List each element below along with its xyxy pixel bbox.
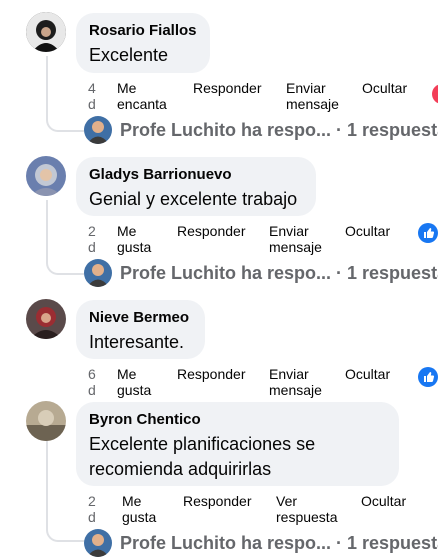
love-icon[interactable] (432, 84, 438, 104)
comment-time[interactable]: 6d (88, 366, 96, 398)
reply-summary-text[interactable]: Profe Luchito ha respo... · 1 respuesta (120, 120, 438, 141)
send-message-button[interactable]: Enviar mensaje (269, 366, 322, 398)
send-message-button[interactable]: Enviar mensaje (269, 223, 322, 255)
avatar[interactable] (26, 156, 66, 196)
comment-time[interactable]: 2d (88, 493, 96, 525)
thread-connector (46, 255, 84, 275)
reply-summary[interactable]: Profe Luchito ha respo... · 1 respuesta (84, 115, 438, 145)
comment-text: Excelente (89, 45, 169, 65)
comment-text-line: Excelente planificaciones se (89, 434, 316, 454)
avatar (84, 259, 112, 287)
reaction-button[interactable]: Me gusta (122, 493, 156, 525)
hide-button[interactable]: Ocultar (345, 223, 390, 239)
avatar (84, 529, 112, 557)
comment-time[interactable]: 4d (88, 80, 96, 112)
hide-button[interactable]: Ocultar (362, 80, 407, 96)
comment-author[interactable]: Rosario Fiallos (89, 21, 197, 41)
avatar[interactable] (26, 299, 66, 339)
reaction-button[interactable]: Me gusta (117, 223, 151, 255)
comment-author[interactable]: Gladys Barrionuevo (89, 165, 303, 185)
view-reply-button[interactable]: Ver respuesta (276, 493, 337, 525)
reply-summary-text[interactable]: Profe Luchito ha respo... · 1 respuesta (120, 533, 438, 554)
comment-text: Genial y excelente trabajo (89, 189, 298, 209)
reply-summary-text[interactable]: Profe Luchito ha respo... · 1 respuesta (120, 263, 438, 284)
send-message-button[interactable]: Enviar mensaje (286, 80, 339, 112)
comment-bubble: Nieve Bermeo Interesante. (76, 300, 205, 359)
like-icon[interactable] (418, 367, 438, 387)
thread-connector (46, 112, 84, 132)
reply-summary[interactable]: Profe Luchito ha respo... · 1 respuesta (84, 528, 438, 558)
comment-bubble: Gladys Barrionuevo Genial y excelente tr… (76, 157, 316, 216)
comment-author[interactable]: Byron Chentico (89, 410, 386, 430)
reaction-button[interactable]: Me encanta (117, 80, 167, 112)
reply-summary[interactable]: Profe Luchito ha respo... · 1 respuesta (84, 258, 438, 288)
reply-button[interactable]: Responder (177, 366, 246, 382)
comment-text: Interesante. (89, 332, 185, 352)
avatar[interactable] (26, 12, 66, 52)
comment-text-line: recomienda adquirirlas (89, 459, 272, 479)
reply-button[interactable]: Responder (183, 493, 252, 509)
avatar (84, 116, 112, 144)
avatar[interactable] (26, 401, 66, 441)
hide-button[interactable]: Ocultar (361, 493, 406, 509)
thread-line (46, 440, 48, 522)
comment-author[interactable]: Nieve Bermeo (89, 308, 192, 328)
thread-line (46, 56, 48, 112)
like-icon[interactable] (418, 223, 438, 243)
reaction-button[interactable]: Me gusta (117, 366, 151, 398)
reply-button[interactable]: Responder (193, 80, 262, 96)
thread-connector (46, 522, 84, 542)
hide-button[interactable]: Ocultar (345, 366, 390, 382)
comment-bubble: Byron Chentico Excelente planificaciones… (76, 402, 399, 486)
comment-time[interactable]: 2d (88, 223, 96, 255)
reply-button[interactable]: Responder (177, 223, 246, 239)
comment-bubble: Rosario Fiallos Excelente (76, 13, 210, 73)
thread-line (46, 200, 48, 255)
